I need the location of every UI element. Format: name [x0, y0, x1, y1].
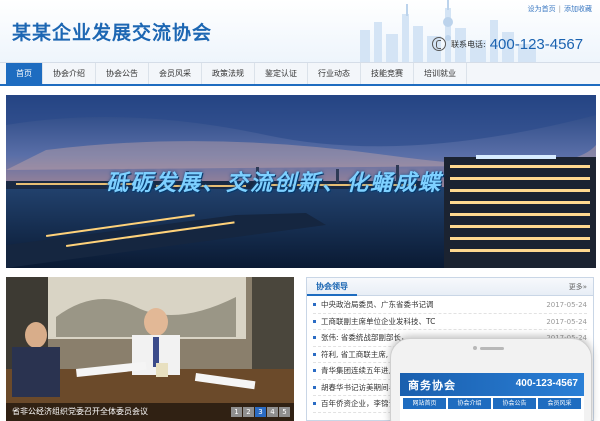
mobile-title: 商务协会 — [408, 379, 456, 392]
list-item[interactable]: 工商联副主席单位企业发科技、TC 2017-05-24 — [313, 314, 587, 330]
nav-item-home[interactable]: 首页 — [6, 63, 43, 84]
phone-icon — [432, 37, 446, 51]
main-nav: 首页 协会介绍 协会公告 会员风采 政策法规 鉴定认证 行业动态 技能竞赛 培训… — [0, 62, 600, 86]
list-item-text: 工商联副主席单位企业发科技、TC — [321, 316, 436, 326]
nav-item-training[interactable]: 培训就业 — [414, 63, 467, 84]
bullet-icon — [313, 369, 316, 372]
add-favorite-link[interactable]: 添加收藏 — [564, 4, 592, 14]
pager-button-3[interactable]: 3 — [255, 407, 266, 417]
list-item-text: 符利, 省工商联主席, — [321, 349, 389, 359]
bullet-icon — [313, 385, 316, 389]
top-links: 设为首页 | 添加收藏 — [528, 4, 592, 14]
mobile-nav-announcements: 协会公告 — [493, 398, 536, 409]
pager-button-1[interactable]: 1 — [231, 407, 242, 417]
panel-header: 协会领导 更多» — [307, 278, 593, 296]
list-item-text: 中央政治局委员、广东省委书记调 — [321, 300, 434, 309]
photo-news[interactable]: 省非公经济组织党委召开全体委员会议 1 2 3 4 5 — [6, 277, 294, 421]
list-item-date: 2017-05-24 — [546, 301, 587, 309]
hotline-number: 400-123-4567 — [489, 35, 584, 53]
bullet-icon — [313, 319, 316, 323]
mobile-site-mockup: 商务协会 400-123-4567 网站首页 协会介绍 协会公告 会员风采 — [390, 338, 592, 421]
mobile-nav-members: 会员风采 — [538, 398, 581, 409]
list-item-text: 青华集团连续五年进入 — [321, 366, 396, 375]
nav-item-policies[interactable]: 政策法规 — [202, 63, 255, 84]
more-link[interactable]: 更多» — [569, 282, 587, 292]
mobile-phone-number: 400-123-4567 — [515, 378, 578, 389]
pager-button-4[interactable]: 4 — [267, 407, 278, 417]
camera-icon — [473, 346, 477, 350]
bullet-icon — [313, 336, 316, 339]
nav-item-industry-news[interactable]: 行业动态 — [308, 63, 361, 84]
nav-item-skills-contest[interactable]: 技能竞赛 — [361, 63, 414, 84]
set-homepage-link[interactable]: 设为首页 — [528, 4, 556, 14]
photo-caption[interactable]: 省非公经济组织党委召开全体委员会议 — [12, 406, 148, 417]
pager-button-5[interactable]: 5 — [279, 407, 290, 417]
hotline-label: 联系电话: — [451, 39, 486, 49]
meeting-photo — [6, 277, 294, 421]
nav-item-members[interactable]: 会员风采 — [149, 63, 202, 84]
mobile-nav-about: 协会介绍 — [448, 398, 491, 409]
separator: | — [558, 5, 561, 13]
mobile-nav: 网站首页 协会介绍 协会公告 会员风采 — [400, 396, 584, 409]
site-header: 某某企业发展交流协会 设为首页 | 添加收藏 联系电话: 400-123-4567 — [0, 0, 600, 62]
list-item[interactable]: 中央政治局委员、广东省委书记调 2017-05-24 — [313, 297, 587, 314]
page: 某某企业发展交流协会 设为首页 | 添加收藏 联系电话: 400-123-4567 … — [0, 0, 600, 421]
list-item-text: 胡春华书记访美期间与 — [321, 382, 396, 392]
nav-item-announcements[interactable]: 协会公告 — [96, 63, 149, 84]
panel-title[interactable]: 协会领导 — [307, 278, 357, 296]
hero-banner[interactable]: 砥砺发展、交流创新、化蛹成蝶 — [6, 95, 596, 268]
pager-button-2[interactable]: 2 — [243, 407, 254, 417]
list-item-date: 2017-05-24 — [546, 317, 587, 326]
hotline: 联系电话: 400-123-4567 — [432, 35, 583, 53]
mobile-screen: 商务协会 400-123-4567 网站首页 协会介绍 协会公告 会员风采 — [400, 373, 584, 421]
banner-slogan: 砥砺发展、交流创新、化蛹成蝶 — [106, 170, 443, 196]
speaker-icon — [480, 347, 504, 350]
list-item-text: 百年侨资企业，李锦记 — [321, 399, 396, 408]
list-item-text: 张伟: 省委统战部副部长， — [321, 333, 409, 342]
nav-item-about[interactable]: 协会介绍 — [43, 63, 96, 84]
nav-item-certification[interactable]: 鉴定认证 — [255, 63, 308, 84]
bullet-icon — [313, 352, 316, 356]
site-title[interactable]: 某某企业发展交流协会 — [12, 18, 212, 45]
bullet-icon — [313, 402, 316, 405]
mobile-nav-home: 网站首页 — [403, 398, 446, 409]
mobile-header: 商务协会 400-123-4567 — [400, 373, 584, 396]
photo-pager: 1 2 3 4 5 — [230, 407, 290, 417]
bullet-icon — [313, 303, 316, 306]
